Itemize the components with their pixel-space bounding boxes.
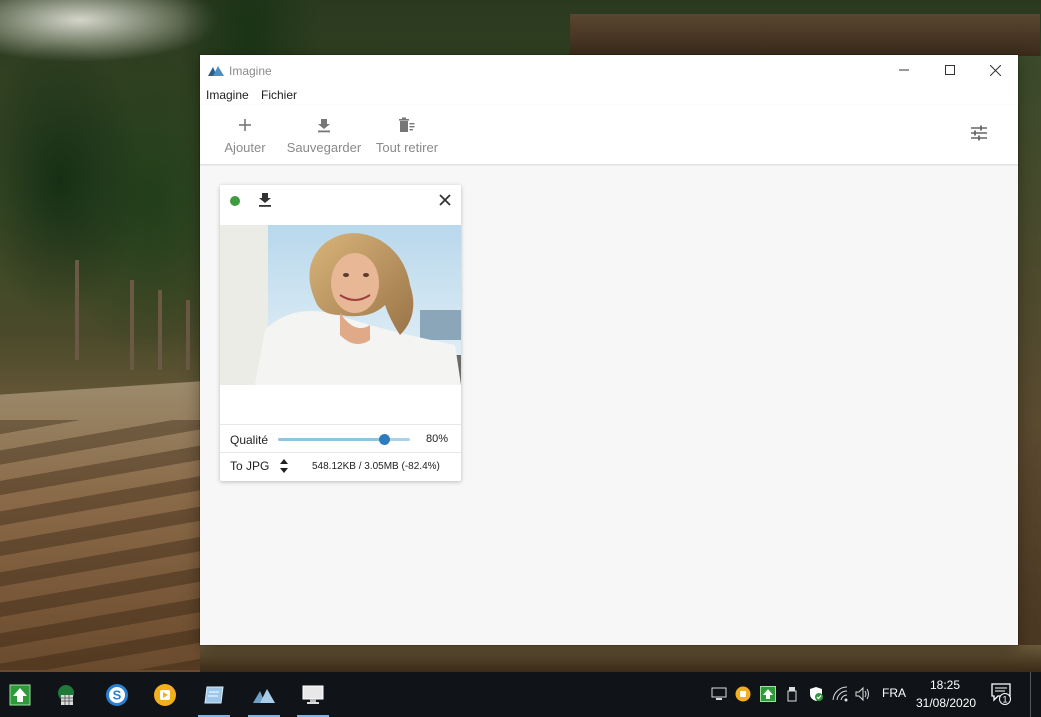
tray-update-icon[interactable] bbox=[760, 686, 776, 702]
imagine-logo-icon bbox=[208, 66, 224, 76]
close-icon bbox=[989, 64, 1001, 76]
format-select[interactable]: To JPG bbox=[230, 459, 269, 473]
close-window-button[interactable] bbox=[972, 55, 1018, 85]
show-desktop-button[interactable] bbox=[1030, 672, 1031, 717]
maximize-icon bbox=[945, 65, 955, 75]
minimize-button[interactable] bbox=[881, 55, 927, 85]
taskbar-app-media[interactable] bbox=[145, 672, 185, 717]
wallpaper-shadows bbox=[0, 420, 220, 670]
image-thumbnail bbox=[220, 225, 461, 385]
add-button-label: Ajouter bbox=[224, 140, 266, 155]
notepad-app-icon bbox=[204, 686, 224, 703]
taskbar: S FRA 18:25 31/08/2020 1 bbox=[0, 672, 1041, 717]
card-header bbox=[220, 185, 461, 215]
tray-media-icon[interactable] bbox=[735, 686, 751, 702]
tray-volume-icon[interactable] bbox=[855, 686, 871, 702]
menu-imagine[interactable]: Imagine bbox=[206, 88, 249, 102]
format-row: To JPG 548.12KB / 3.05MB (-82.4%) bbox=[220, 453, 461, 481]
monitor-app-icon bbox=[302, 685, 324, 704]
green-arrow-app-icon bbox=[9, 684, 31, 705]
app-window: Imagine Imagine Fichier Ajouter Sauvegar… bbox=[200, 55, 1018, 645]
wallpaper-tree-trunk bbox=[75, 260, 79, 360]
taskbar-app-monitor[interactable] bbox=[293, 672, 333, 717]
download-icon[interactable] bbox=[258, 192, 272, 208]
wallpaper-tree-trunk bbox=[130, 280, 134, 370]
quality-row: Qualité 80% bbox=[220, 426, 461, 453]
clock-date[interactable]: 31/08/2020 bbox=[916, 696, 976, 710]
remove-all-button[interactable]: Tout retirer bbox=[372, 105, 442, 163]
clock-time[interactable]: 18:25 bbox=[930, 678, 960, 692]
yellow-media-app-icon bbox=[154, 683, 176, 706]
quality-value: 80% bbox=[426, 433, 449, 445]
s-circle-app-icon: S bbox=[106, 683, 128, 706]
wallpaper-cabin-roof bbox=[570, 14, 1040, 56]
taskbar-app-notepad[interactable] bbox=[194, 672, 234, 717]
notification-center-icon[interactable]: 1 bbox=[991, 683, 1011, 705]
save-button[interactable]: Sauvegarder bbox=[284, 105, 364, 163]
add-button[interactable]: Ajouter bbox=[220, 105, 270, 163]
minimize-icon bbox=[899, 69, 909, 71]
settings-button[interactable] bbox=[970, 125, 996, 145]
quality-slider-thumb[interactable] bbox=[378, 434, 390, 445]
svg-text:S: S bbox=[113, 687, 122, 702]
image-list-area: Qualité 80% To JPG 548.12KB / 3.05MB (-8… bbox=[200, 166, 1018, 645]
wallpaper-tree-trunk bbox=[158, 290, 162, 370]
wallpaper-bottom-strip bbox=[200, 645, 1041, 672]
taskbar-app-spreadsheet[interactable] bbox=[46, 672, 86, 717]
taskbar-app-s[interactable]: S bbox=[97, 672, 137, 717]
select-arrows-icon[interactable] bbox=[280, 459, 288, 473]
taskbar-app-green-arrow[interactable] bbox=[0, 672, 40, 717]
tray-wifi-icon[interactable] bbox=[832, 686, 848, 702]
wallpaper-right-edge bbox=[1018, 56, 1041, 672]
window-title: Imagine bbox=[229, 64, 272, 78]
menu-bar: Imagine Fichier bbox=[200, 85, 1018, 105]
toolbar: Ajouter Sauvegarder Tout retirer bbox=[200, 105, 1018, 165]
tray-usb-icon[interactable] bbox=[784, 686, 800, 702]
status-done-icon bbox=[230, 196, 240, 206]
language-indicator[interactable]: FRA bbox=[882, 686, 906, 700]
remove-all-button-label: Tout retirer bbox=[375, 140, 439, 155]
close-icon[interactable] bbox=[438, 193, 452, 207]
title-bar[interactable]: Imagine bbox=[200, 55, 1018, 85]
save-button-label: Sauvegarder bbox=[286, 140, 362, 155]
imagine-app-icon bbox=[253, 688, 275, 703]
image-card: Qualité 80% To JPG 548.12KB / 3.05MB (-8… bbox=[220, 185, 461, 481]
sliders-icon bbox=[971, 125, 987, 141]
download-icon bbox=[318, 119, 330, 133]
notification-count: 1 bbox=[1002, 695, 1007, 705]
quality-slider[interactable] bbox=[278, 434, 410, 445]
maximize-button[interactable] bbox=[927, 55, 973, 85]
tray-security-icon[interactable] bbox=[808, 686, 824, 702]
size-info: 548.12KB / 3.05MB (-82.4%) bbox=[312, 461, 440, 472]
spreadsheet-app-icon bbox=[58, 684, 74, 705]
quality-label: Qualité bbox=[230, 433, 269, 447]
taskbar-app-imagine[interactable] bbox=[244, 672, 284, 717]
plus-icon bbox=[239, 119, 251, 131]
quality-slider-fill bbox=[278, 438, 384, 441]
trash-list-icon bbox=[399, 117, 415, 132]
wallpaper-tree-trunk bbox=[186, 300, 190, 370]
tray-display-icon[interactable] bbox=[711, 686, 727, 702]
card-spacer bbox=[220, 385, 461, 425]
menu-fichier[interactable]: Fichier bbox=[261, 88, 297, 102]
